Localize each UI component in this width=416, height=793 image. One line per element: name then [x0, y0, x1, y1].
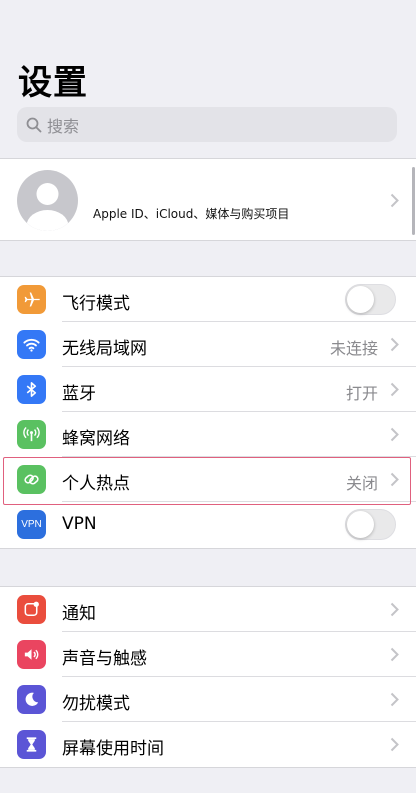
wifi-status: 未连接 [329, 339, 378, 358]
row-label: 飞行模式 [62, 294, 130, 314]
sound-icon [17, 640, 46, 669]
apple-id-row[interactable]: Apple ID、iCloud、媒体与购买项目 [0, 158, 416, 241]
search-icon [26, 117, 42, 132]
settings-screen: 设置 搜索 Apple ID、iCloud、媒体与购买项目 飞行模式 无线局域网… [0, 0, 416, 793]
chevron-right-icon [390, 337, 399, 352]
row-wifi[interactable]: 无线局域网 未连接 [0, 322, 416, 367]
search-placeholder: 搜索 [47, 116, 80, 136]
row-airplane-mode[interactable]: 飞行模式 [0, 277, 416, 322]
chevron-right-icon [390, 193, 399, 208]
chevron-right-icon [390, 737, 399, 752]
vpn-toggle[interactable] [345, 509, 396, 540]
row-label: 勿扰模式 [62, 694, 130, 714]
search-field[interactable]: 搜索 [17, 107, 397, 142]
row-notifications[interactable]: 通知 [0, 587, 416, 632]
chevron-right-icon [390, 692, 399, 707]
row-cellular[interactable]: 蜂窝网络 [0, 412, 416, 457]
hourglass-icon [17, 730, 46, 759]
row-label: VPN [62, 514, 97, 534]
wifi-icon [17, 330, 46, 359]
avatar [17, 170, 78, 231]
row-label: 通知 [62, 604, 96, 624]
notifications-icon [17, 595, 46, 624]
row-screen-time[interactable]: 屏幕使用时间 [0, 722, 416, 767]
row-label: 声音与触感 [62, 649, 147, 669]
airplane-mode-toggle[interactable] [345, 284, 396, 315]
connectivity-group: 飞行模式 无线局域网 未连接 蓝牙 打开 蜂窝网络 个人热点 关闭 VPN VP… [0, 276, 416, 549]
airplane-icon [17, 285, 46, 314]
row-do-not-disturb[interactable]: 勿扰模式 [0, 677, 416, 722]
cellular-icon [17, 420, 46, 449]
vpn-icon-text: VPN [21, 519, 42, 530]
toggle-knob [347, 286, 374, 313]
row-label: 屏幕使用时间 [62, 739, 164, 759]
row-bluetooth[interactable]: 蓝牙 打开 [0, 367, 416, 412]
row-label: 蜂窝网络 [62, 429, 130, 449]
row-vpn[interactable]: VPN VPN [0, 502, 416, 547]
toggle-knob [347, 511, 374, 538]
apple-id-label: Apple ID、iCloud、媒体与购买项目 [93, 207, 290, 221]
vpn-icon: VPN [17, 510, 46, 539]
row-label: 蓝牙 [62, 384, 96, 404]
scroll-indicator[interactable] [412, 167, 415, 235]
chevron-right-icon [390, 602, 399, 617]
row-sounds[interactable]: 声音与触感 [0, 632, 416, 677]
chevron-right-icon [390, 382, 399, 397]
bluetooth-status: 打开 [345, 384, 378, 403]
chevron-right-icon [390, 427, 399, 442]
moon-icon [17, 685, 46, 714]
row-label: 无线局域网 [62, 339, 147, 359]
bluetooth-icon [17, 375, 46, 404]
notifications-group: 通知 声音与触感 勿扰模式 屏幕使用时间 [0, 586, 416, 768]
chevron-right-icon [390, 647, 399, 662]
page-title: 设置 [18, 63, 88, 103]
highlight-box [3, 457, 411, 505]
